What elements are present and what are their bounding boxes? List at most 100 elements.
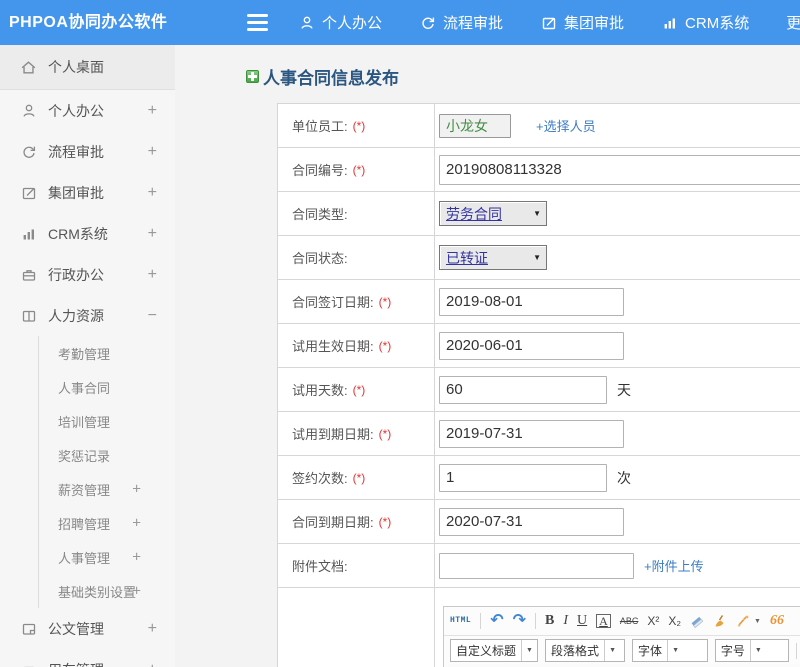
submenu-item-recruiting[interactable]: 招聘管理 +: [39, 506, 175, 540]
topnav-personal-office[interactable]: 个人办公: [298, 12, 382, 33]
menu-toggle-icon[interactable]: [247, 14, 268, 31]
submenu-item-attendance[interactable]: 考勤管理: [39, 336, 175, 370]
custom-title-dropdown[interactable]: 自定义标题 ▼: [450, 639, 538, 662]
contract-form: 单位员工: (*) +选择人员 合同编号: (*) 合同类型:: [277, 103, 800, 667]
subscript-button[interactable]: X₂: [668, 615, 681, 627]
contract-type-select[interactable]: 劳务合同 ▼: [439, 201, 547, 226]
topnav-label: 流程审批: [443, 12, 503, 33]
font-size-dropdown[interactable]: 字号 ▼: [715, 639, 789, 662]
flow-icon: [419, 14, 436, 31]
expand-plus-icon[interactable]: +: [132, 481, 141, 498]
topnav-more[interactable]: 更: [786, 12, 800, 33]
contract-status-select[interactable]: 已转证 ▼: [439, 245, 547, 270]
sign-date-input[interactable]: [439, 288, 624, 316]
submenu-item-personnel[interactable]: 人事管理 +: [39, 540, 175, 574]
expand-plus-icon[interactable]: +: [148, 266, 157, 284]
form-row-employee: 单位员工: (*) +选择人员: [278, 104, 800, 148]
topnav-workflow-approval[interactable]: 流程审批: [419, 12, 503, 33]
expand-plus-icon[interactable]: +: [132, 549, 141, 566]
chevron-down-icon: ▼: [533, 253, 541, 262]
sidebar-item-label: 集团审批: [48, 183, 104, 203]
car-icon: [20, 661, 37, 667]
required-mark: (*): [353, 471, 366, 485]
expand-plus-icon[interactable]: +: [148, 102, 157, 120]
unit-label: 天: [617, 380, 631, 400]
dropdown-label: 字号: [716, 640, 750, 661]
attachment-input[interactable]: [439, 553, 634, 579]
trial-expire-date-input[interactable]: [439, 420, 624, 448]
paragraph-format-dropdown[interactable]: 段落格式 ▼: [545, 639, 625, 662]
contract-no-input[interactable]: [439, 155, 800, 185]
sidebar-item-personal-desktop[interactable]: 个人桌面: [0, 45, 175, 90]
submenu-item-label: 考勤管理: [58, 344, 110, 363]
add-plus-icon: [246, 70, 259, 83]
topnav-label: 集团审批: [564, 12, 624, 33]
dropdown-label: 段落格式: [546, 640, 604, 661]
sidebar-item-workflow-approval[interactable]: 流程审批 +: [0, 131, 175, 172]
submenu-item-hr-contract[interactable]: 人事合同: [39, 370, 175, 404]
form-row-contract-no: 合同编号: (*): [278, 148, 800, 192]
topnav-group-approval[interactable]: 集团审批: [540, 12, 624, 33]
expand-plus-icon[interactable]: +: [132, 515, 141, 532]
select-person-link[interactable]: +选择人员: [536, 116, 596, 135]
attachment-upload-link[interactable]: +附件上传: [644, 556, 704, 575]
dropdown-label: 自定义标题: [451, 640, 521, 661]
expand-plus-icon[interactable]: +: [148, 184, 157, 202]
trial-days-input[interactable]: [439, 376, 607, 404]
form-row-trial-start-date: 试用生效日期: (*): [278, 324, 800, 368]
sign-count-input[interactable]: [439, 464, 607, 492]
submenu-item-base-category[interactable]: 基础类别设置 +: [39, 574, 175, 608]
format-painter-icon[interactable]: [736, 614, 750, 628]
collapse-minus-icon[interactable]: −: [148, 307, 157, 325]
undo-button[interactable]: ↶: [490, 613, 503, 629]
strikethrough-button[interactable]: ABC: [620, 617, 639, 626]
employee-input[interactable]: [439, 114, 511, 138]
redo-button[interactable]: ↷: [513, 613, 526, 629]
expand-plus-icon[interactable]: +: [148, 661, 157, 667]
selected-value: 劳务合同: [446, 204, 502, 224]
field-label: 合同签订日期:: [292, 292, 374, 311]
field-label: 签约次数:: [292, 468, 348, 487]
sidebar: 个人桌面 个人办公 + 流程审批 + 集团审批 + CRM系统 + 行政办公 +: [0, 45, 176, 667]
field-label: 试用生效日期:: [292, 336, 374, 355]
submenu-item-label: 招聘管理: [58, 514, 110, 533]
superscript-button[interactable]: X²: [647, 615, 659, 627]
sidebar-item-vehicle[interactable]: 用车管理 +: [0, 649, 175, 667]
sidebar-item-personal-office[interactable]: 个人办公 +: [0, 90, 175, 131]
sidebar-item-official-docs[interactable]: 公文管理 +: [0, 608, 175, 649]
submenu-item-training[interactable]: 培训管理: [39, 404, 175, 438]
submenu-item-salary[interactable]: 薪资管理 +: [39, 472, 175, 506]
eraser-icon[interactable]: [690, 615, 704, 628]
expand-plus-icon[interactable]: +: [148, 620, 157, 638]
submenu-item-rewards[interactable]: 奖惩记录: [39, 438, 175, 472]
sidebar-item-hr[interactable]: 人力资源 −: [0, 295, 175, 336]
font-color-button[interactable]: A: [596, 614, 611, 628]
required-mark: (*): [353, 119, 366, 133]
form-row-sign-date: 合同签订日期: (*): [278, 280, 800, 324]
field-label: 单位员工:: [292, 116, 348, 135]
html-source-button[interactable]: HTML: [450, 617, 471, 625]
topnav-label: 个人办公: [322, 12, 382, 33]
sidebar-item-group-approval[interactable]: 集团审批 +: [0, 172, 175, 213]
contract-expire-date-input[interactable]: [439, 508, 624, 536]
chart-icon: [20, 225, 37, 242]
expand-plus-icon[interactable]: +: [148, 143, 157, 161]
font-family-dropdown[interactable]: 字体 ▼: [632, 639, 708, 662]
sidebar-item-admin-office[interactable]: 行政办公 +: [0, 254, 175, 295]
bold-button[interactable]: B: [545, 614, 554, 628]
topnav-crm[interactable]: CRM系统: [661, 12, 749, 33]
flow-icon: [20, 143, 37, 160]
format-clean-broom-icon[interactable]: [713, 614, 727, 628]
expand-plus-icon[interactable]: +: [132, 583, 141, 600]
sidebar-item-crm[interactable]: CRM系统 +: [0, 213, 175, 254]
sidebar-item-label: 流程审批: [48, 142, 104, 162]
chevron-down-icon[interactable]: ▼: [754, 618, 761, 625]
blockquote-button[interactable]: 66: [770, 614, 784, 628]
expand-plus-icon[interactable]: +: [148, 225, 157, 243]
form-row-contract-type: 合同类型: 劳务合同 ▼: [278, 192, 800, 236]
user-icon: [20, 102, 37, 119]
topnav-label: CRM系统: [685, 12, 749, 33]
underline-button[interactable]: U: [577, 614, 587, 628]
italic-button[interactable]: I: [563, 614, 568, 628]
trial-start-date-input[interactable]: [439, 332, 624, 360]
